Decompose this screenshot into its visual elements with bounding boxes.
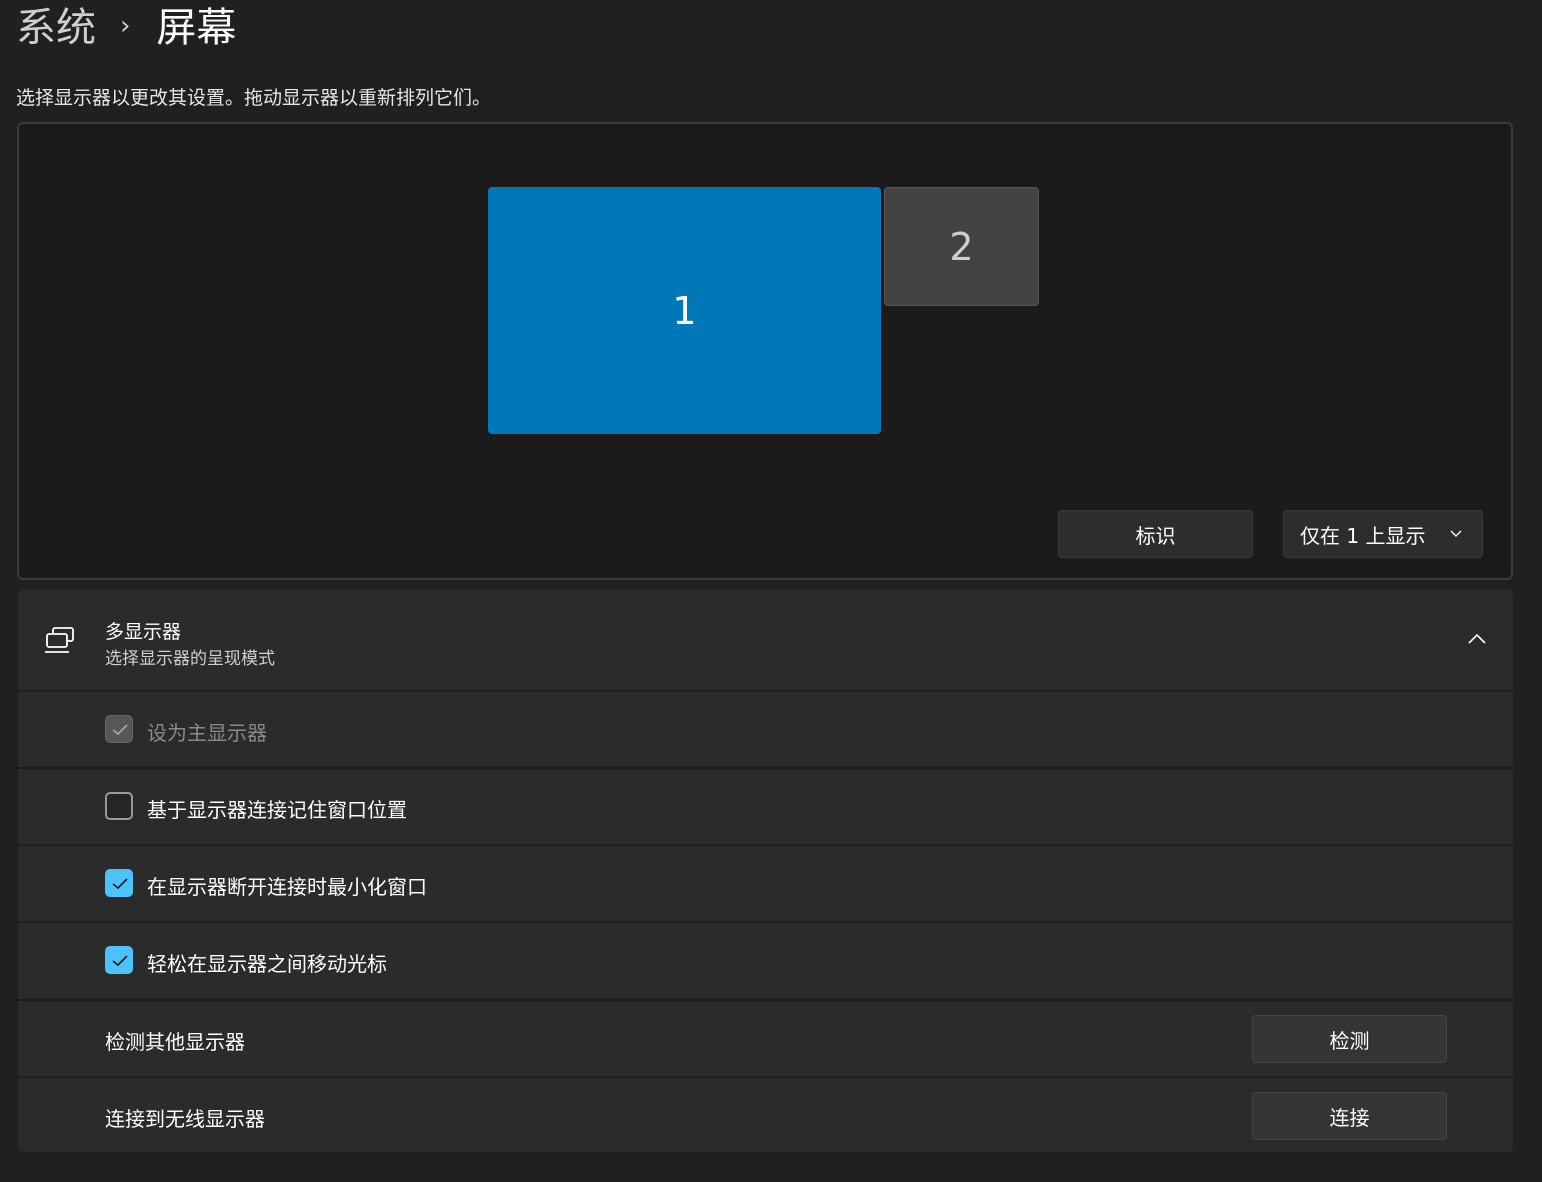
multi-display-title: 多显示器 (105, 621, 182, 643)
display-settings-page: 系统 › 屏幕 选择显示器以更改其设置。拖动显示器以重新排列它们。 1 2 标识… (0, 0, 1542, 1182)
connect-button[interactable]: 连接 (1252, 1092, 1447, 1140)
primary-display-label: 设为主显示器 (147, 721, 267, 745)
detect-button[interactable]: 检测 (1252, 1015, 1447, 1063)
monitor-1-tile[interactable]: 1 (488, 187, 881, 434)
multi-display-subtitle: 选择显示器的呈现模式 (105, 649, 275, 669)
wireless-display-label: 连接到无线显示器 (105, 1107, 265, 1131)
chevron-down-icon (1450, 530, 1462, 537)
breadcrumb-separator: › (120, 11, 131, 41)
intro-text: 选择显示器以更改其设置。拖动显示器以重新排列它们。 (16, 87, 492, 109)
chevron-up-icon[interactable] (1467, 632, 1487, 646)
wireless-display-row: 连接到无线显示器 连接 (18, 1076, 1513, 1151)
detect-displays-row: 检测其他显示器 检测 (18, 999, 1513, 1074)
detect-displays-label: 检测其他显示器 (105, 1030, 245, 1054)
option-row-remember-window-positions: 基于显示器连接记住窗口位置 (18, 767, 1513, 842)
multi-monitor-icon (45, 627, 74, 653)
monitor-2-tile[interactable]: 2 (884, 187, 1039, 306)
identify-button[interactable]: 标识 (1058, 510, 1253, 558)
move-cursor-checkbox[interactable] (105, 946, 133, 974)
remember-window-positions-label[interactable]: 基于显示器连接记住窗口位置 (147, 794, 407, 823)
display-arrangement-area[interactable]: 1 2 标识 仅在 1 上显示 (17, 122, 1513, 580)
multi-display-panel: 多显示器 选择显示器的呈现模式 设为主显示器 基于显示器连接记住窗口位置 在显示… (18, 590, 1513, 1152)
move-cursor-label[interactable]: 轻松在显示器之间移动光标 (147, 948, 387, 977)
checkmark-icon (112, 878, 128, 890)
option-row-primary-display: 设为主显示器 (18, 690, 1513, 765)
minimize-windows-checkbox[interactable] (105, 869, 133, 897)
display-mode-dropdown[interactable]: 仅在 1 上显示 (1283, 510, 1483, 558)
multi-display-header[interactable]: 多显示器 选择显示器的呈现模式 (18, 590, 1513, 690)
breadcrumb-system-link[interactable]: 系统 (16, 0, 96, 56)
minimize-windows-label[interactable]: 在显示器断开连接时最小化窗口 (147, 871, 427, 900)
primary-display-checkbox[interactable] (105, 715, 133, 743)
monitor-1-label: 1 (672, 288, 697, 333)
remember-window-positions-checkbox[interactable] (105, 792, 133, 820)
display-mode-value: 仅在 1 上显示 (1300, 523, 1426, 548)
monitor-2-label: 2 (949, 224, 974, 269)
option-row-move-cursor: 轻松在显示器之间移动光标 (18, 921, 1513, 996)
breadcrumb: 系统 › 屏幕 (16, 0, 236, 56)
checkmark-icon (112, 724, 128, 736)
checkmark-icon (112, 955, 128, 967)
page-title: 屏幕 (156, 5, 237, 51)
option-row-minimize-windows: 在显示器断开连接时最小化窗口 (18, 844, 1513, 919)
